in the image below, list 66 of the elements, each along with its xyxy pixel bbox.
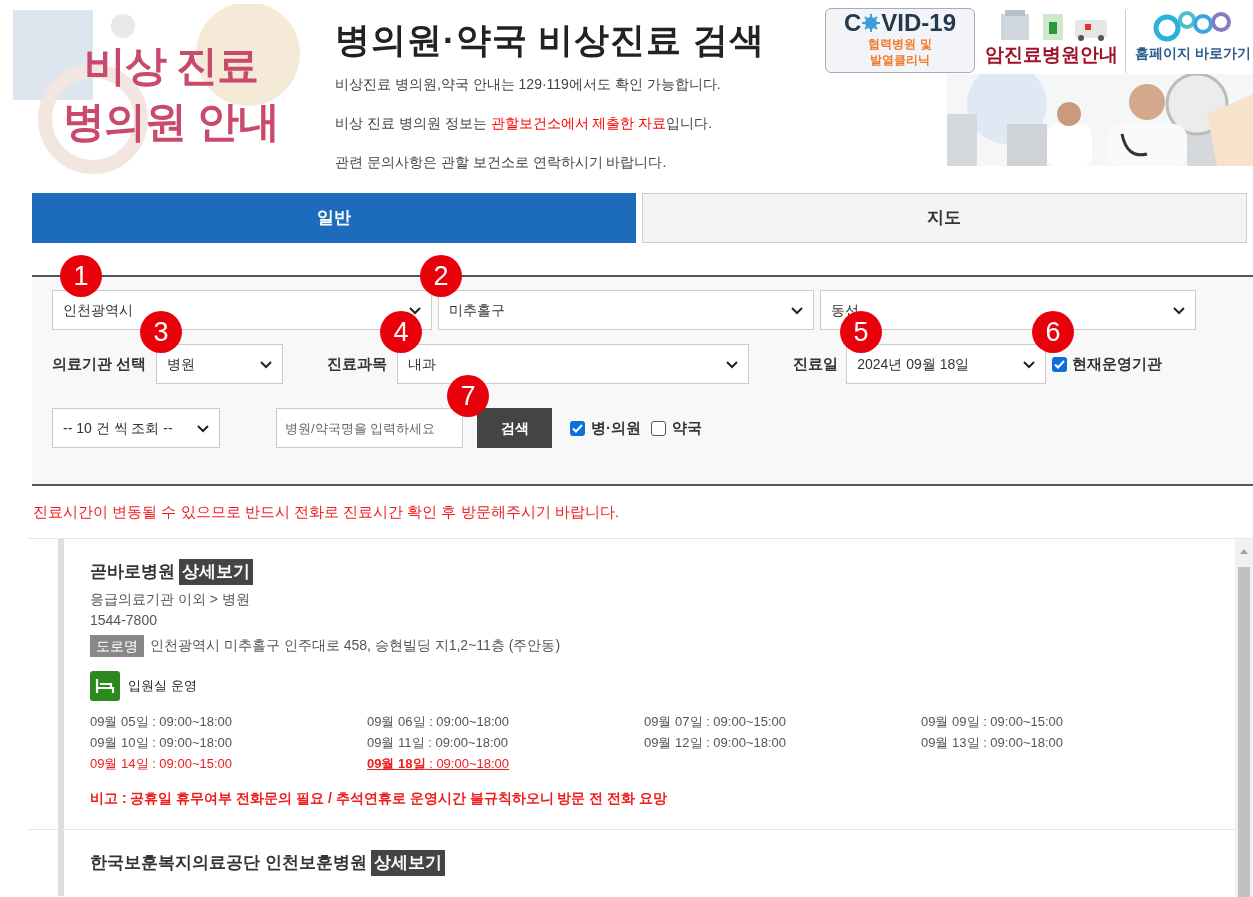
covid-title: VID-19 xyxy=(881,10,956,36)
schedule-text: 09월 11일 : 09:00~18:00 xyxy=(367,733,509,752)
detail-button[interactable]: 상세보기 xyxy=(179,558,253,585)
schedule-text: 09월 07일 : 09:00~15:00 xyxy=(644,712,787,731)
caret-icon xyxy=(260,361,273,369)
schedule-text: 09월 06일 : 09:00~18:00 xyxy=(367,712,510,731)
number-badge: 1 xyxy=(60,255,102,297)
caret-icon xyxy=(1023,361,1036,369)
tab[interactable]: 지도 xyxy=(641,193,1247,243)
field-label: 의료기관 선택 xyxy=(52,353,147,374)
checkbox[interactable] xyxy=(570,420,585,436)
virus-icon xyxy=(861,13,882,33)
search-field[interactable]: 병원/약국명을 입력하세요 xyxy=(276,408,463,448)
covid-subtitle: 발열클리닉 xyxy=(870,52,930,68)
link-label: 홈페이지 바로가기 xyxy=(1135,44,1251,63)
schedule-text: 09월 18일 : 09:00~18:00 xyxy=(367,754,510,773)
banner-link[interactable]: 홈페이지 바로가기 xyxy=(1125,8,1253,74)
field-label: 약국 xyxy=(672,417,702,438)
banner-text: 비상 진료 xyxy=(83,41,259,91)
notice-text: 비상 진료 병의원 정보는 관할보건소에서 제출한 자료입니다. xyxy=(335,114,714,133)
schedule-text: 09월 12일 : 09:00~18:00 xyxy=(644,733,787,752)
feature-text: 입원실 운영 xyxy=(128,676,197,695)
select-field[interactable]: -- 10 건 씩 조회 -- xyxy=(52,408,220,448)
address-tag: 도로명 xyxy=(90,634,144,657)
remark-text: 비고 : 공휴일 휴무여부 전화문의 필요 / 추석연휴로 운영시간 불규칙하오니 방문 전 전화 요망 xyxy=(90,788,669,808)
search-button[interactable]: 검색 xyxy=(477,408,552,448)
bed-icon xyxy=(90,670,120,701)
number-badge: 2 xyxy=(420,255,462,297)
field-label: 병·의원 xyxy=(591,417,641,438)
phone-text: 1544-7800 xyxy=(90,610,158,630)
hospital-name: 한국보훈복지의료공단 인천보훈병원 xyxy=(90,851,367,874)
banner-link[interactable]: C VID-19 협력병원 및 발열클리닉 xyxy=(825,8,975,73)
field-label: 진료일 xyxy=(793,355,839,372)
category-text: 응급의료기관 이외 > 병원 xyxy=(90,589,251,609)
address-text: 인천광역시 미추홀구 인주대로 458, 승현빌딩 지1,2~11층 (주안동) xyxy=(150,636,561,655)
caret-icon xyxy=(409,307,421,315)
schedule-text: 09월 05일 : 09:00~18:00 xyxy=(90,712,233,731)
detail-button[interactable]: 상세보기 xyxy=(370,849,445,876)
schedule-text: 09월 09일 : 09:00~15:00 xyxy=(921,712,1064,731)
field-label: 현재운영기관 xyxy=(1072,353,1163,374)
covid-subtitle: 협력병원 및 xyxy=(868,36,932,52)
field-label: 진료과목 xyxy=(327,355,388,372)
page-title: 병의원·약국 비상진료 검색 xyxy=(335,19,766,61)
checkbox[interactable] xyxy=(651,420,666,436)
caret-icon xyxy=(197,425,209,433)
schedule-text: 09월 10일 : 09:00~18:00 xyxy=(90,733,233,752)
banner-text: 병의원 안내 xyxy=(63,97,279,147)
caret-icon xyxy=(726,361,739,369)
logo-icon xyxy=(1153,8,1233,42)
scrollbar[interactable] xyxy=(1235,538,1253,897)
schedule-text: 09월 14일 : 09:00~15:00 xyxy=(90,754,233,773)
schedule-text: 09월 13일 : 09:00~18:00 xyxy=(921,733,1064,752)
hospital-name: 곧바로병원 xyxy=(90,560,175,583)
link-label: 암진료병원안내 xyxy=(984,43,1118,67)
notice-text: 비상진료 병의원,약국 안내는 129·119에서도 확인 가능합니다. xyxy=(335,75,722,94)
checkbox[interactable] xyxy=(1052,356,1068,372)
tab[interactable]: 일반 xyxy=(32,193,636,243)
select-field[interactable]: 병원 xyxy=(156,344,284,384)
notice-text: 관련 문의사항은 관할 보건소로 연락하시기 바랍니다. xyxy=(335,153,668,172)
warning-text: 진료시간이 변동될 수 있으므로 반드시 전화로 진료시간 확인 후 방문해주시기 바랍니다. xyxy=(33,502,620,522)
select-field[interactable]: 2024년 09월 18일 xyxy=(846,344,1047,384)
select-field[interactable]: 미추홀구 xyxy=(438,290,814,330)
select-field[interactable]: 내과 xyxy=(397,344,750,384)
caret-icon xyxy=(1173,307,1185,315)
covid-title: C xyxy=(843,10,862,36)
caret-icon xyxy=(791,307,803,315)
